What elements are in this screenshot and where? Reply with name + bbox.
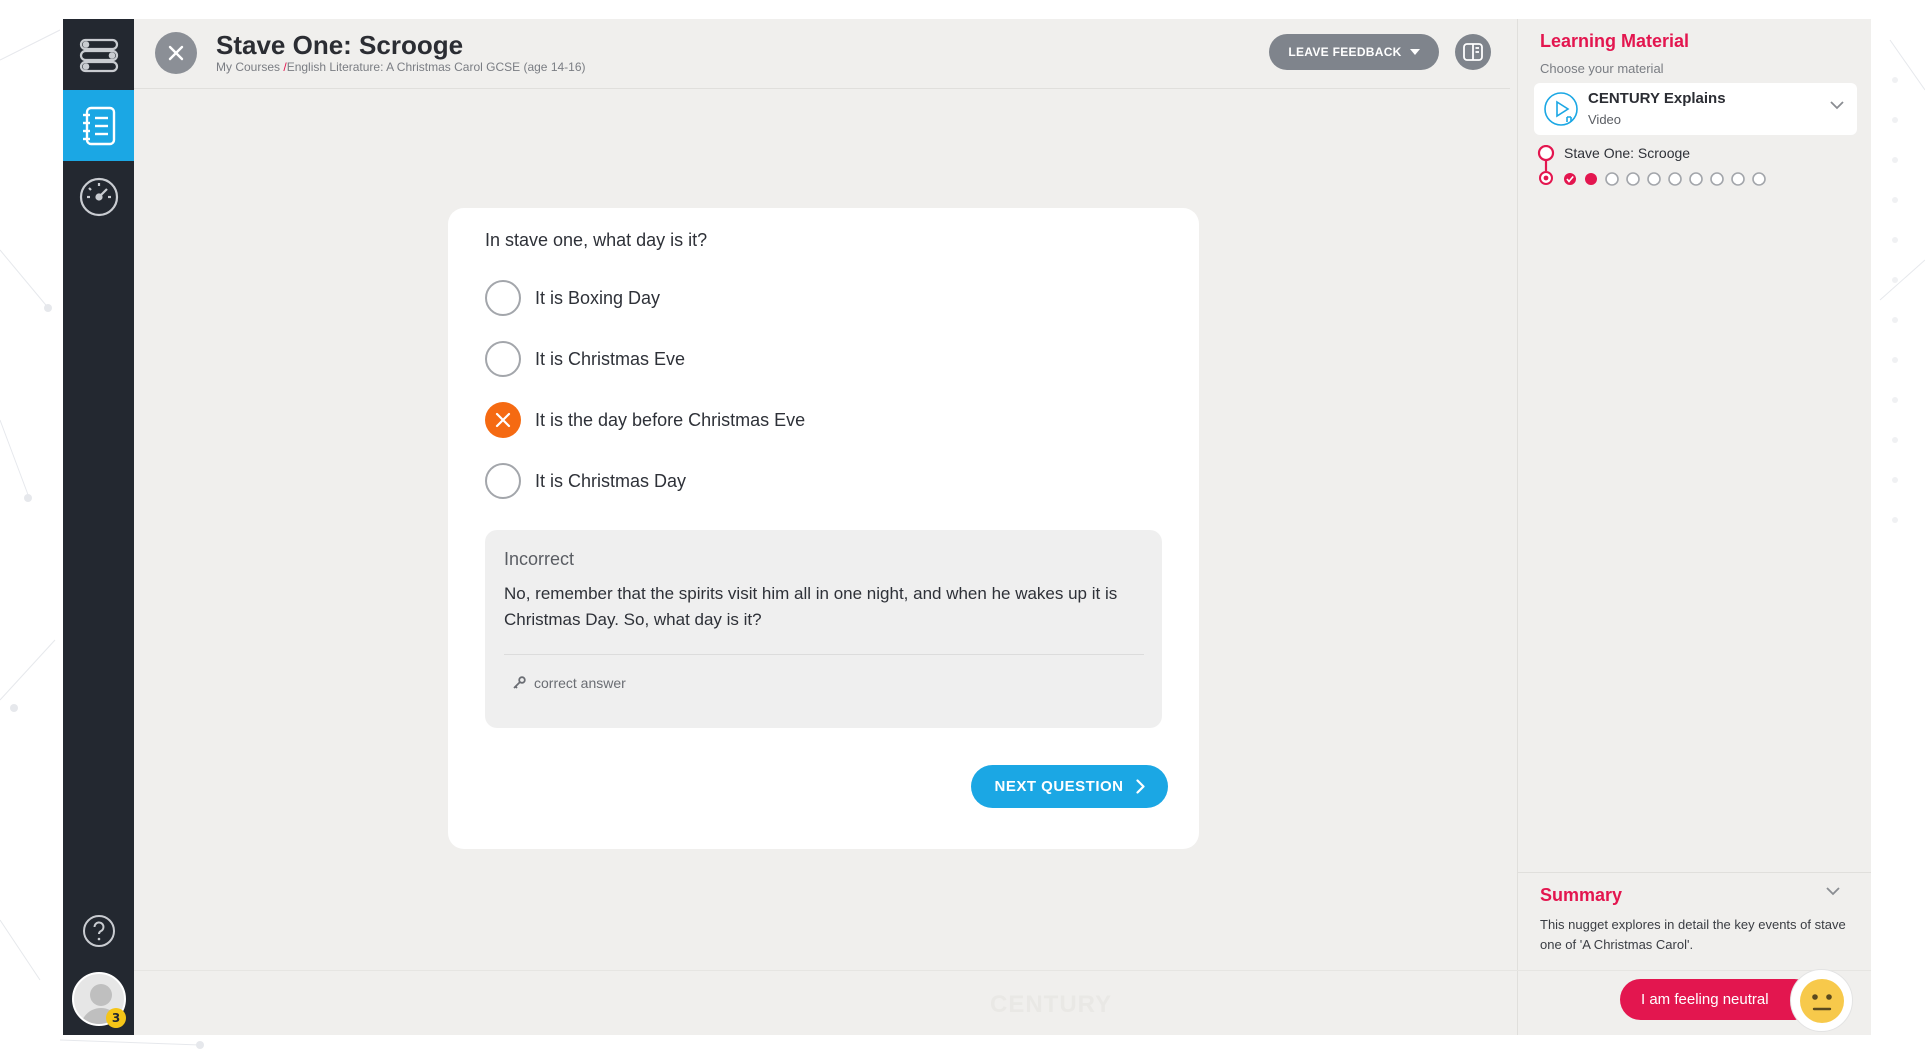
chevron-down-icon — [1830, 101, 1844, 110]
bottom-bar: CENTURY — [134, 970, 1871, 1035]
sidebar-pathway-button[interactable] — [63, 19, 134, 90]
feedback-text: No, remember that the spirits visit him … — [504, 584, 1118, 629]
key-icon — [513, 676, 526, 689]
radio-button-incorrect[interactable] — [485, 402, 521, 438]
app-window: 3 Stave One: Scrooge My Courses /English… — [63, 19, 1871, 1035]
chevron-down-icon[interactable] — [1826, 887, 1840, 896]
progress-dot-pending — [1647, 172, 1661, 186]
answer-option-incorrect[interactable]: It is the day before Christmas Eve — [485, 402, 805, 438]
notes-icon — [82, 106, 115, 145]
divider — [504, 654, 1144, 655]
learning-material-title: Learning Material — [1540, 31, 1690, 51]
progress-dot-pending — [1731, 172, 1745, 186]
learning-material-subtitle: Choose your material — [1540, 61, 1664, 76]
material-type: Video — [1588, 112, 1622, 127]
panel-toggle-icon — [1463, 43, 1483, 61]
leave-feedback-label: LEAVE FEEDBACK — [1288, 45, 1402, 59]
progress-dots — [1564, 172, 1766, 186]
correct-answer-toggle[interactable]: correct answer — [512, 675, 626, 691]
answer-option[interactable]: It is Christmas Day — [485, 463, 686, 499]
left-sidebar: 3 — [63, 19, 134, 1035]
progress-dot-pending — [1668, 172, 1682, 186]
chevron-right-icon — [1135, 779, 1145, 794]
sidebar-help-button[interactable] — [63, 895, 134, 966]
question-text: In stave one, what day is it? — [485, 230, 708, 250]
radio-button[interactable] — [485, 280, 521, 316]
mood-label: I am feeling neutral — [1641, 991, 1769, 1008]
progress-dot-pending — [1710, 172, 1724, 186]
progress-dot-pending — [1689, 172, 1703, 186]
radio-button[interactable] — [485, 341, 521, 377]
learning-material-panel: Learning Material Choose your material C… — [1517, 19, 1871, 1035]
cross-icon — [495, 412, 511, 428]
next-question-label: NEXT QUESTION — [994, 778, 1124, 795]
correct-answer-label: correct answer — [534, 675, 626, 691]
dashboard-gauge-icon — [79, 177, 118, 216]
question-card: In stave one, what day is it? It is Boxi… — [448, 208, 1199, 849]
summary-title: Summary — [1540, 885, 1623, 905]
answer-option-label: It is Christmas Eve — [535, 348, 686, 369]
neutral-face-icon — [1799, 978, 1844, 1023]
progress-dot-pending — [1605, 172, 1619, 186]
neutral-face-button[interactable] — [1790, 969, 1853, 1032]
top-header: Stave One: Scrooge My Courses /English L… — [134, 19, 1510, 89]
progress-dot-current — [1585, 173, 1597, 185]
breadcrumb: My Courses /English Literature: A Christ… — [216, 60, 586, 74]
progress-dot-pending — [1752, 172, 1766, 186]
answer-option[interactable]: It is Boxing Day — [485, 280, 660, 316]
notification-badge: 3 — [106, 1008, 126, 1028]
answer-option-label: It is Boxing Day — [535, 287, 661, 308]
answer-option-label: It is Christmas Day — [535, 470, 687, 491]
track-label: Stave One: Scrooge — [1564, 145, 1691, 161]
location-pin-icon — [1537, 145, 1555, 185]
material-name: CENTURY Explains — [1588, 90, 1726, 107]
breadcrumb-course[interactable]: English Literature: A Christmas Carol GC… — [287, 60, 586, 74]
summary-section: Summary This nugget explores in detail t… — [1518, 872, 1871, 970]
video-play-icon — [1544, 92, 1578, 126]
answer-option[interactable]: It is Christmas Eve — [485, 341, 685, 377]
help-icon — [82, 914, 115, 947]
panel-toggle-button[interactable] — [1455, 34, 1491, 70]
century-watermark: CENTURY — [990, 991, 1113, 1018]
question-progress-track: Stave One: Scrooge — [1536, 145, 1866, 205]
breadcrumb-my-courses[interactable]: My Courses — [216, 60, 280, 74]
material-select[interactable]: CENTURY Explains Video — [1534, 83, 1857, 135]
radio-button[interactable] — [485, 463, 521, 499]
next-question-button[interactable]: NEXT QUESTION — [971, 765, 1168, 808]
leave-feedback-button[interactable]: LEAVE FEEDBACK — [1269, 34, 1439, 70]
pathway-icon — [79, 38, 118, 72]
mood-button[interactable]: I am feeling neutral — [1620, 979, 1815, 1020]
sidebar-notes-button[interactable] — [63, 90, 134, 161]
progress-dot-completed — [1564, 173, 1576, 185]
caret-down-icon — [1409, 49, 1420, 55]
answer-option-label: It is the day before Christmas Eve — [535, 409, 806, 430]
page-title: Stave One: Scrooge — [216, 30, 464, 60]
sidebar-dashboard-button[interactable] — [63, 161, 134, 232]
close-button[interactable] — [155, 32, 197, 74]
close-icon — [168, 45, 184, 61]
feedback-title: Incorrect — [504, 549, 575, 569]
progress-dot-pending — [1626, 172, 1640, 186]
summary-text: This nugget explores in detail the key e… — [1540, 917, 1846, 952]
feedback-panel: Incorrect No, remember that the spirits … — [485, 530, 1162, 728]
